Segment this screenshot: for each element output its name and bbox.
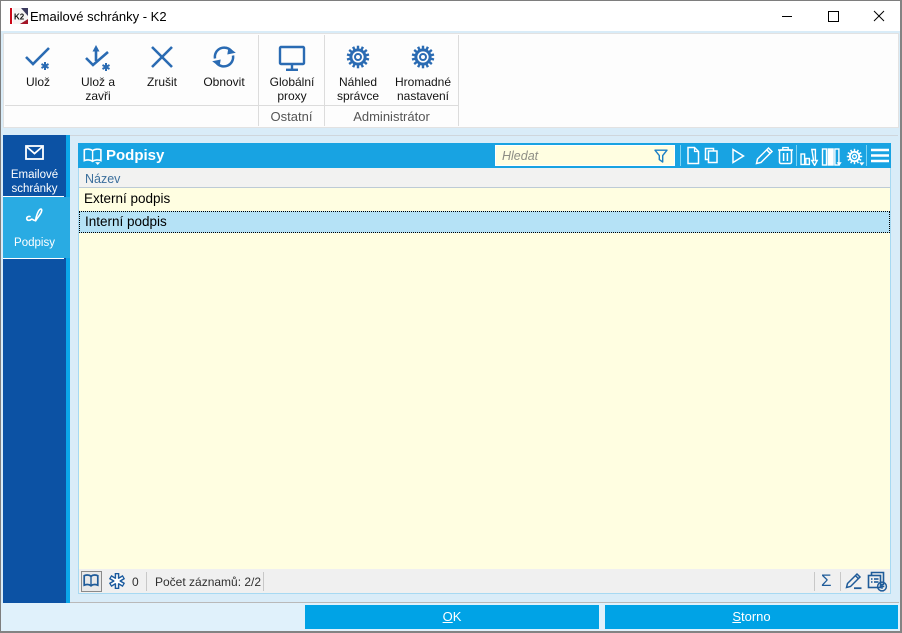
svg-text:K2: K2 [14,13,25,22]
